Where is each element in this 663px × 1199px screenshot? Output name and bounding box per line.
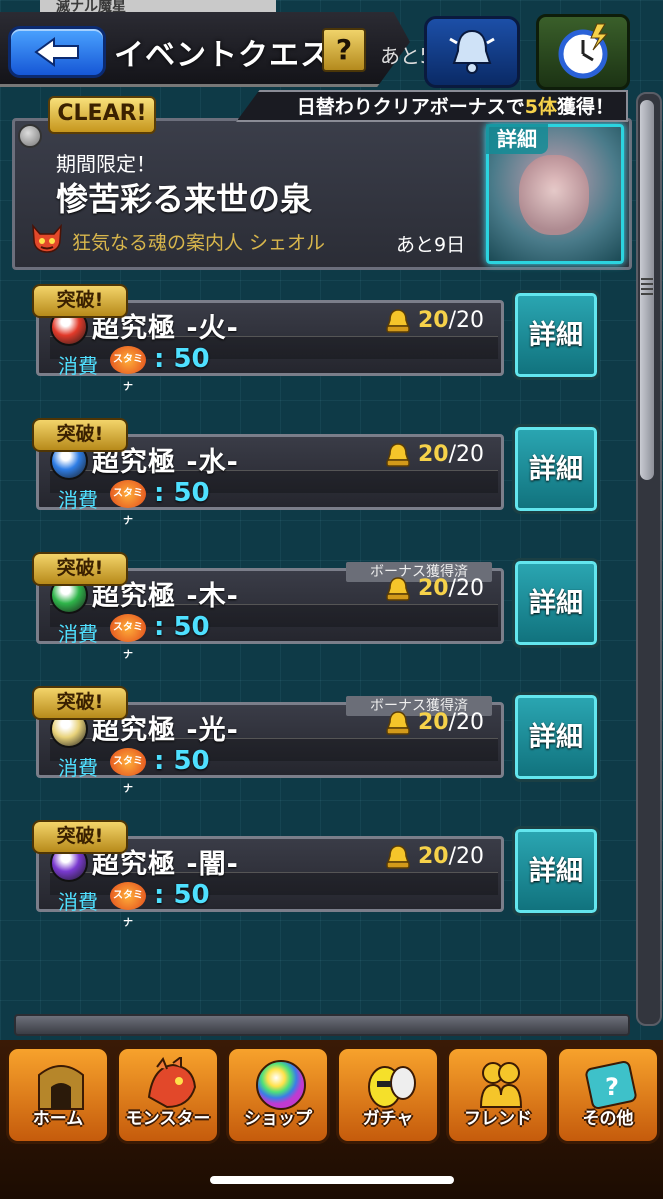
clear-count-max: /20 bbox=[448, 844, 485, 869]
clear-count: 20/20 bbox=[418, 442, 484, 467]
nav-button-5[interactable]: フレンド bbox=[446, 1046, 550, 1144]
clear-count-max: /20 bbox=[448, 576, 485, 601]
break-badge: 突破! bbox=[32, 686, 128, 720]
clear-count: 20/20 bbox=[418, 710, 484, 735]
clear-count-current: 20 bbox=[418, 576, 449, 601]
pin-icon bbox=[18, 124, 42, 148]
gold-bell-icon bbox=[386, 845, 410, 869]
boss-portrait bbox=[519, 155, 589, 235]
gold-bell-icon bbox=[386, 577, 410, 601]
quest-detail-button[interactable]: 詳細 bbox=[512, 424, 600, 514]
bell-icon bbox=[449, 29, 495, 74]
event-remaining: あと9日 bbox=[396, 234, 466, 256]
scrollbar-grip-icon bbox=[641, 278, 653, 296]
event-detail-label[interactable]: 詳細 bbox=[486, 124, 548, 154]
bonus-text-prefix: 日替わりクリアボーナスで bbox=[296, 96, 525, 118]
break-badge: 突破! bbox=[32, 284, 128, 318]
stamina-cost: : 50 bbox=[154, 344, 210, 374]
notification-bell-button[interactable] bbox=[424, 16, 520, 88]
nav-label: モンスター bbox=[125, 1109, 211, 1129]
stamina-clock-button[interactable] bbox=[536, 14, 630, 90]
stamina-icon: スタミナ bbox=[110, 614, 146, 661]
nav-label: ガチャ bbox=[362, 1109, 414, 1129]
stamina-cost: : 50 bbox=[154, 746, 210, 776]
event-name: 惨苦彩る来世の泉 bbox=[56, 180, 313, 218]
help-button[interactable]: ? bbox=[322, 28, 366, 72]
stamina-icon: スタミナ bbox=[110, 346, 146, 393]
nav-button-1[interactable]: ホーム bbox=[6, 1046, 110, 1144]
gacha-egg-icon bbox=[368, 1066, 416, 1108]
bonus-text-highlight: 5体 bbox=[524, 96, 557, 118]
other-menu-icon: ? bbox=[585, 1060, 637, 1110]
quest-row[interactable]: 突破! 超究極 -火- 20/20 消費 スタミナ : 50 詳細 bbox=[32, 284, 600, 393]
clear-count: 20/20 bbox=[418, 308, 484, 333]
clear-badge: CLEAR! bbox=[48, 96, 156, 134]
back-button[interactable] bbox=[8, 26, 106, 78]
gold-bell-icon bbox=[386, 711, 410, 735]
clear-count-current: 20 bbox=[418, 442, 449, 467]
quest-row[interactable]: 突破! 超究極 -光- ボーナス獲得済 20/20 消費 スタミナ : 50 詳… bbox=[32, 686, 600, 795]
clear-count-current: 20 bbox=[418, 844, 449, 869]
stamina-icon: スタミナ bbox=[110, 748, 146, 795]
stamina-cost: : 50 bbox=[154, 880, 210, 910]
nav-label: ショップ bbox=[244, 1109, 312, 1129]
gold-bell-icon bbox=[386, 443, 410, 467]
clear-count-max: /20 bbox=[448, 442, 485, 467]
quest-row[interactable]: 突破! 超究極 -水- 20/20 消費 スタミナ : 50 詳細 bbox=[32, 418, 600, 527]
quest-row[interactable]: 突破! 超究極 -闇- 20/20 消費 スタミナ : 50 詳細 bbox=[32, 820, 600, 929]
clear-count-current: 20 bbox=[418, 710, 449, 735]
clear-count: 20/20 bbox=[418, 844, 484, 869]
svg-text:?: ? bbox=[605, 1073, 619, 1101]
cost-label: 消費 bbox=[58, 756, 98, 780]
quest-detail-button[interactable]: 詳細 bbox=[512, 290, 600, 380]
stamina-cost: : 50 bbox=[154, 612, 210, 642]
stamina-icon: スタミナ bbox=[110, 882, 146, 929]
clear-count-current: 20 bbox=[418, 308, 449, 333]
nav-label: フレンド bbox=[464, 1109, 532, 1129]
nav-button-6[interactable]: ? その他 bbox=[556, 1046, 660, 1144]
back-arrow-icon bbox=[34, 37, 79, 67]
list-end-bar bbox=[14, 1014, 630, 1036]
nav-label: ホーム bbox=[32, 1109, 84, 1129]
stamina-icon: スタミナ bbox=[110, 480, 146, 527]
demon-icon bbox=[32, 224, 62, 253]
nav-button-2[interactable]: モンスター bbox=[116, 1046, 220, 1144]
cost-label: 消費 bbox=[58, 890, 98, 914]
nav-label: その他 bbox=[582, 1109, 634, 1129]
dragon-icon bbox=[147, 1057, 197, 1109]
break-badge: 突破! bbox=[32, 418, 128, 452]
gold-bell-icon bbox=[386, 309, 410, 333]
quest-detail-button[interactable]: 詳細 bbox=[512, 826, 600, 916]
home-gate-icon bbox=[38, 1065, 84, 1110]
nav-button-3[interactable]: ショップ bbox=[226, 1046, 330, 1144]
cost-label: 消費 bbox=[58, 622, 98, 646]
clock-icon bbox=[558, 23, 609, 79]
bonus-text-suffix: 獲得！ bbox=[556, 96, 614, 118]
daily-bonus-banner: 日替わりクリアボーナスで5体獲得！ bbox=[236, 90, 628, 122]
event-subtitle: 期間限定！ bbox=[56, 152, 156, 176]
home-indicator bbox=[210, 1176, 454, 1184]
break-badge: 突破! bbox=[32, 820, 128, 854]
event-guide: 狂気なる魂の案内人 シェオル bbox=[72, 232, 326, 254]
quest-detail-button[interactable]: 詳細 bbox=[512, 692, 600, 782]
quest-detail-button[interactable]: 詳細 bbox=[512, 558, 600, 648]
header: 滅ナル魔星 イベントクエスト ? あと5 bbox=[0, 0, 663, 92]
break-badge: 突破! bbox=[32, 552, 128, 586]
clear-count-max: /20 bbox=[448, 710, 485, 735]
stamina-cost: : 50 bbox=[154, 478, 210, 508]
rainbow-orb-icon bbox=[256, 1060, 306, 1110]
nav-button-4[interactable]: ガチャ bbox=[336, 1046, 440, 1144]
quest-row[interactable]: 突破! 超究極 -木- ボーナス獲得済 20/20 消費 スタミナ : 50 詳… bbox=[32, 552, 600, 661]
clear-count: 20/20 bbox=[418, 576, 484, 601]
cost-label: 消費 bbox=[58, 354, 98, 378]
friends-icon bbox=[479, 1062, 523, 1108]
cost-label: 消費 bbox=[58, 488, 98, 512]
clear-count-max: /20 bbox=[448, 308, 485, 333]
